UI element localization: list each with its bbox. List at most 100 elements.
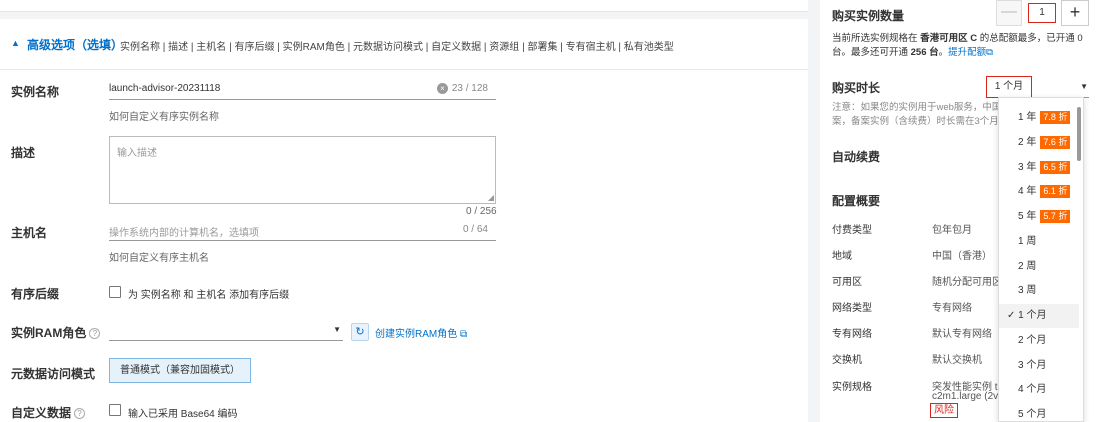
duration-option[interactable]: 3 个月 <box>999 354 1079 378</box>
duration-option[interactable]: 2 年 7.6 折 <box>999 131 1079 155</box>
duration-select[interactable]: 1 个月 ▼ <box>986 76 1089 98</box>
duration-option[interactable]: 2 周 <box>999 255 1079 279</box>
summary-row-value: 专有网络 <box>932 303 972 314</box>
summary-row-label: 可用区 <box>832 277 862 288</box>
suffix-checkbox-text: 为 实例名称 和 主机名 添加有序后缀 <box>128 290 290 301</box>
raise-quota-link-text: 提升配额 <box>948 47 987 58</box>
hostname-help-link[interactable]: 如何自定义有序主机名 <box>109 249 209 264</box>
summary-row-value: 包年包月 <box>932 225 972 236</box>
external-link-icon: ⧉ <box>986 47 993 58</box>
summary-title: 配置概要 <box>832 194 881 208</box>
chevron-down-icon: ▼ <box>1080 82 1088 91</box>
duration-option[interactable]: 4 个月 <box>999 378 1079 402</box>
summary-row-value: 默认交换机 <box>932 355 982 366</box>
summary-row-value: 默认专有网络 <box>932 329 992 340</box>
create-ram-role-link[interactable]: 创建实例RAM角色 ⧉ <box>375 325 467 340</box>
user-data-label-text: 自定义数据 <box>11 406 72 420</box>
option-label: 1 年 <box>1018 112 1037 123</box>
discount-badge: 6.1 折 <box>1040 185 1071 198</box>
summary-row-label: 网络类型 <box>832 303 872 314</box>
option-label: 2 年 <box>1018 137 1037 148</box>
user-data-label: 自定义数据? <box>11 404 86 421</box>
advanced-options-header[interactable]: ▲ 高级选项（选填） 实例名称 | 描述 | 主机名 | 有序后缀 | 实例RA… <box>0 19 808 70</box>
option-label: 1 个月 <box>1018 310 1047 321</box>
hostname-counter: 0 / 64 <box>462 224 488 235</box>
quota-note: 当前所选实例规格在 香港可用区 C 的总配额最多，已开通 0 台。最多还可开通 … <box>832 32 1088 60</box>
description-placeholder: 输入描述 <box>117 148 157 159</box>
suffix-checkbox[interactable] <box>109 286 121 298</box>
quota-zone: 香港可用区 C <box>920 33 978 44</box>
duration-title: 购买时长 <box>832 81 881 95</box>
chevron-down-icon: ▼ <box>333 325 341 334</box>
advanced-options-summary: 实例名称 | 描述 | 主机名 | 有序后缀 | 实例RAM角色 | 元数据访问… <box>120 42 674 53</box>
summary-row-value: 随机分配可用区 <box>932 277 1002 288</box>
quota-note-prefix: 当前所选实例规格在 <box>832 33 921 44</box>
metadata-mode-button[interactable]: 普通模式（兼容加固模式） <box>109 358 251 383</box>
duration-option[interactable]: 2 个月 <box>999 329 1079 353</box>
duration-option-selected[interactable]: ✓ 1 个月 <box>999 304 1079 328</box>
base64-checkbox[interactable] <box>109 404 121 416</box>
instance-name-label: 实例名称 <box>11 85 60 99</box>
instance-name-input[interactable]: launch-advisor-20231118 × 23 / 128 <box>109 80 496 100</box>
hostname-label: 主机名 <box>11 226 48 240</box>
advanced-options-panel: ▲ 高级选项（选填） 实例名称 | 描述 | 主机名 | 有序后缀 | 实例RA… <box>0 19 808 422</box>
duration-dropdown-menu: 1 年 7.8 折 2 年 7.6 折 3 年 6.5 折 4 年 6.1 折 5 年5… <box>998 97 1084 422</box>
decrement-button[interactable]: — <box>996 0 1022 26</box>
raise-quota-link[interactable]: 提升配额⧉ <box>948 47 993 58</box>
description-label: 描述 <box>11 146 36 160</box>
summary-row-label: 付费类型 <box>832 225 872 236</box>
ram-role-label-text: 实例RAM角色 <box>11 326 87 340</box>
quota-note-suffix: 。 <box>938 47 949 58</box>
duration-option[interactable]: 4 年 6.1 折 <box>999 180 1079 204</box>
metadata-mode-label: 元数据访问模式 <box>11 367 96 381</box>
description-textarea[interactable]: 输入描述 ◢ <box>109 136 496 204</box>
duration-option[interactable]: 3 年 6.5 折 <box>999 156 1079 180</box>
summary-row-label: 实例规格 <box>832 382 872 393</box>
risk-badge[interactable]: 风险 <box>930 403 958 418</box>
summary-row-label: 专有网络 <box>832 329 872 340</box>
discount-badge: 5.7 折 <box>1040 210 1071 223</box>
description-counter: 0 / 256 <box>466 206 497 217</box>
instance-name-value: launch-advisor-20231118 <box>109 83 221 94</box>
external-link-icon: ⧉ <box>460 329 468 340</box>
duration-value: 1 个月 <box>986 76 1032 98</box>
dropdown-scrollbar[interactable] <box>1077 107 1081 161</box>
help-icon[interactable]: ? <box>89 328 101 339</box>
hostname-placeholder: 操作系统内部的计算机名，选填项 <box>109 228 259 239</box>
duration-option[interactable]: 3 周 <box>999 279 1079 303</box>
option-label: 4 年 <box>1018 186 1037 197</box>
hostname-input[interactable]: 操作系统内部的计算机名，选填项 0 / 64 <box>109 221 496 241</box>
clear-icon[interactable]: × <box>437 83 448 94</box>
check-icon: ✓ <box>1007 310 1016 321</box>
previous-section-bottom <box>0 0 808 12</box>
refresh-icon[interactable]: ↻ <box>351 323 369 341</box>
ram-role-label: 实例RAM角色? <box>11 324 101 341</box>
duration-option[interactable]: 1 周 <box>999 230 1079 254</box>
quantity-title: 购买实例数量 <box>832 9 905 23</box>
discount-badge: 6.5 折 <box>1040 161 1071 174</box>
create-ram-role-link-text: 创建实例RAM角色 <box>375 329 458 340</box>
auto-renew-label: 自动续费 <box>832 150 881 164</box>
increment-button[interactable]: + <box>1061 0 1089 26</box>
option-label: 3 年 <box>1018 162 1037 173</box>
quantity-input[interactable]: 1 <box>1028 3 1056 23</box>
discount-badge: 7.6 折 <box>1040 136 1071 149</box>
instance-name-help-link[interactable]: 如何自定义有序实例名称 <box>109 108 219 123</box>
icp-notice-line2: 案，备案实例（含续费）时长需在3个月 <box>832 116 999 127</box>
ram-role-select[interactable]: ▼ <box>109 321 343 341</box>
summary-row-value: 中国（香港） <box>932 251 992 262</box>
base64-checkbox-text: 输入已采用 Base64 编码 <box>128 409 238 420</box>
summary-row-label: 地域 <box>832 251 852 262</box>
discount-badge: 7.8 折 <box>1040 111 1071 124</box>
help-icon[interactable]: ? <box>74 408 86 419</box>
duration-option[interactable]: 5 个月 <box>999 403 1079 421</box>
suffix-label: 有序后缀 <box>11 287 60 301</box>
resize-grip-icon[interactable]: ◢ <box>488 194 494 202</box>
collapse-caret-icon[interactable]: ▲ <box>11 38 20 48</box>
option-label: 5 年 <box>1018 211 1037 222</box>
advanced-options-title[interactable]: 高级选项（选填） <box>27 36 123 53</box>
duration-option[interactable]: 1 年 7.8 折 <box>999 106 1079 130</box>
duration-option[interactable]: 5 年 5.7 折 <box>999 205 1079 229</box>
instance-name-counter: 23 / 128 <box>451 83 488 94</box>
summary-row-label: 交换机 <box>832 355 862 366</box>
